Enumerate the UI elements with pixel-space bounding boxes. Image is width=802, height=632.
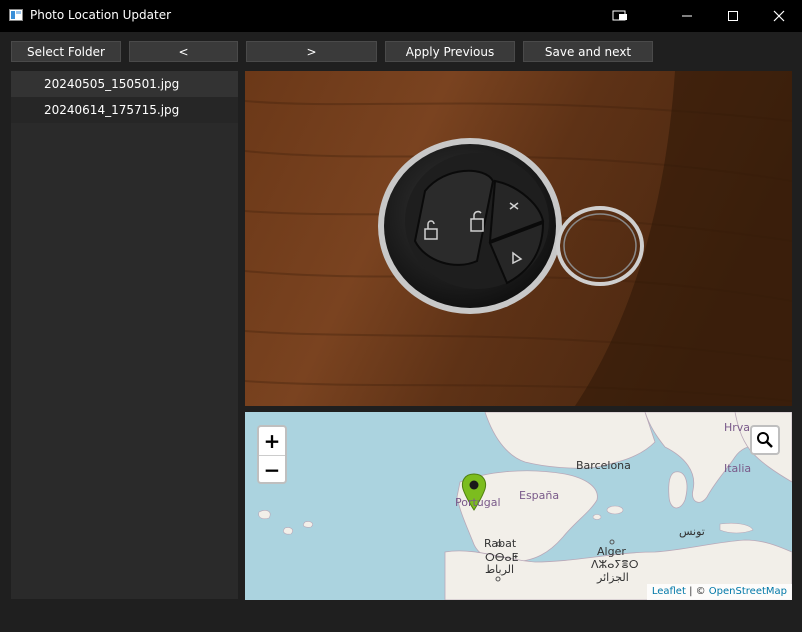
photo-preview bbox=[245, 71, 792, 406]
file-name: 20240614_175715.jpg bbox=[44, 103, 180, 117]
map-label-rabat-arabic: الرباط bbox=[485, 563, 515, 576]
map-label-tunis-arabic: تونس bbox=[679, 525, 705, 538]
save-and-next-button[interactable]: Save and next bbox=[523, 41, 653, 62]
map-label-hrva: Hrva bbox=[724, 421, 751, 434]
maximize-button[interactable] bbox=[710, 0, 756, 32]
previous-button[interactable]: < bbox=[129, 41, 238, 62]
window-title: Photo Location Updater bbox=[30, 8, 172, 22]
zoom-control: + − bbox=[257, 425, 287, 484]
file-list-item[interactable]: 20240614_175715.jpg bbox=[11, 97, 238, 123]
map-attribution: Leaflet | © OpenStreetMap bbox=[646, 584, 792, 600]
file-list-item[interactable]: 20240505_150501.jpg bbox=[11, 71, 238, 97]
title-bar: Photo Location Updater bbox=[0, 0, 802, 32]
zoom-out-button[interactable]: − bbox=[259, 456, 285, 484]
map-label-espana: España bbox=[519, 489, 560, 502]
map-label-alger-tifinagh: ⴷⵣⴰⵢⴻⵔ bbox=[591, 558, 639, 571]
zoom-in-button[interactable]: + bbox=[259, 427, 285, 456]
tablet-mode-button[interactable] bbox=[597, 0, 643, 32]
map-label-portugal: Portugal bbox=[455, 496, 501, 509]
map-search-button[interactable] bbox=[750, 425, 780, 455]
file-list[interactable]: 20240505_150501.jpg 20240614_175715.jpg bbox=[11, 71, 238, 599]
apply-previous-button[interactable]: Apply Previous bbox=[385, 41, 515, 62]
tablet-mode-icon bbox=[612, 10, 627, 21]
app-icon bbox=[9, 9, 23, 21]
map-label-alger: Alger bbox=[597, 545, 626, 558]
search-icon bbox=[757, 432, 773, 448]
attribution-separator: | © bbox=[685, 586, 709, 597]
maximize-icon bbox=[728, 11, 738, 21]
map-label-barcelona: Barcelona bbox=[576, 459, 631, 472]
leaflet-link[interactable]: Leaflet bbox=[652, 586, 686, 597]
minimize-icon bbox=[682, 15, 692, 17]
photo-image bbox=[245, 71, 792, 406]
map-label-alger-arabic: الجزائر bbox=[597, 571, 629, 584]
close-button[interactable] bbox=[756, 0, 802, 32]
map-label-italia: Italia bbox=[724, 462, 752, 475]
select-folder-button[interactable]: Select Folder bbox=[11, 41, 121, 62]
map-label-rabat: Rabat bbox=[484, 537, 517, 550]
close-icon bbox=[773, 10, 785, 22]
minimize-button[interactable] bbox=[664, 0, 710, 32]
map-tiles bbox=[245, 412, 792, 600]
openstreetmap-link[interactable]: OpenStreetMap bbox=[709, 586, 787, 597]
map-view[interactable]: Barcelona España Portugal Italia Hrva Ra… bbox=[245, 412, 792, 600]
next-button[interactable]: > bbox=[246, 41, 377, 62]
file-name: 20240505_150501.jpg bbox=[44, 77, 180, 91]
